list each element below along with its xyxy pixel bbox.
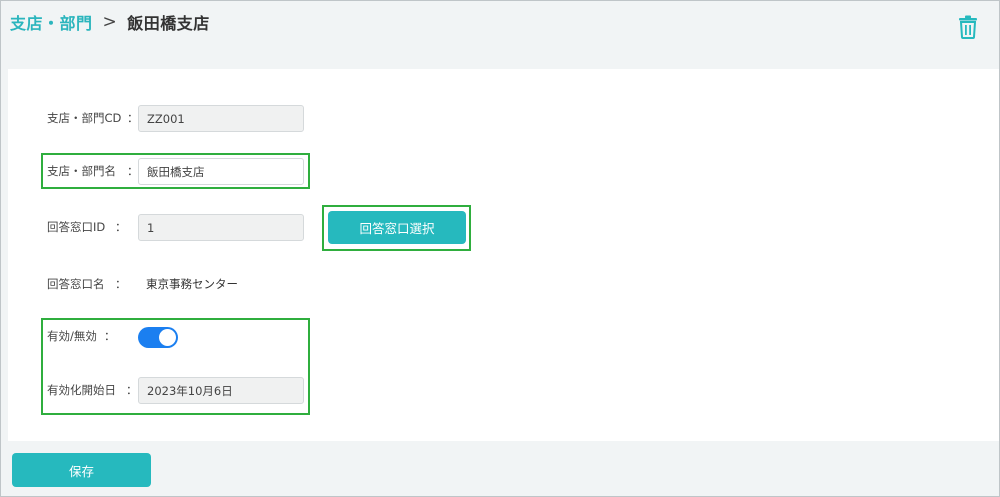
- code-colon: ：: [127, 111, 139, 125]
- code-label: 支店・部門CD: [47, 111, 122, 125]
- window-id-field[interactable]: [138, 214, 304, 241]
- window-name-value: 東京事務センター: [146, 277, 238, 291]
- window-id-label: 回答窓口ID: [47, 220, 106, 234]
- toggle-knob: [159, 329, 176, 346]
- breadcrumb-parent-link[interactable]: 支店・部門: [10, 10, 93, 34]
- page-title: 飯田橋支店: [127, 14, 210, 33]
- breadcrumb-separator: >: [102, 12, 118, 32]
- page-header: 支店・部門 > 飯田橋支店: [1, 1, 999, 69]
- enabled-colon: ：: [104, 329, 116, 343]
- start-date-colon: ：: [126, 383, 138, 397]
- name-label: 支店・部門名: [47, 164, 116, 178]
- select-window-button[interactable]: 回答窓口選択: [328, 211, 466, 244]
- window-id-colon: ：: [115, 220, 127, 234]
- enabled-toggle[interactable]: [138, 327, 178, 348]
- name-field[interactable]: [138, 158, 304, 185]
- start-date-label: 有効化開始日: [47, 383, 116, 397]
- form-panel: 支店・部門CD ： 支店・部門名 ： 回答窓口ID ： 回答窓口選択 回答窓口名…: [8, 69, 999, 441]
- name-colon: ：: [127, 164, 139, 178]
- breadcrumb: 支店・部門 > 飯田橋支店: [10, 10, 210, 34]
- window-name-label: 回答窓口名: [47, 277, 105, 291]
- code-field[interactable]: [138, 105, 304, 132]
- window-name-colon: ：: [115, 277, 127, 291]
- start-date-field[interactable]: [138, 377, 304, 404]
- save-button[interactable]: 保存: [12, 453, 151, 487]
- enabled-label: 有効/無効: [47, 329, 97, 343]
- trash-icon[interactable]: [958, 15, 978, 39]
